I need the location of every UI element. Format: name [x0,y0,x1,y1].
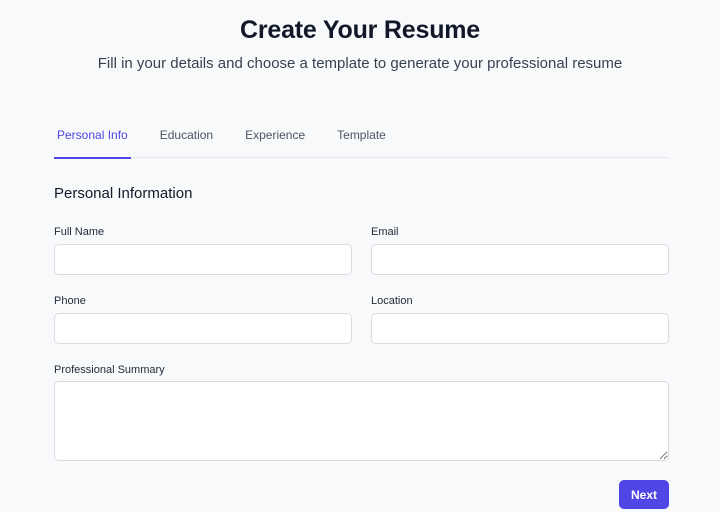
page-title: Create Your Resume [239,16,481,44]
email-field[interactable] [371,244,669,275]
full-name-field[interactable] [54,244,352,275]
tab-bar: Personal Info Education Experience Templ… [54,118,669,159]
phone-field[interactable] [54,313,352,344]
summary-textarea[interactable] [54,381,669,461]
tab-template[interactable]: Template [334,118,389,158]
next-button[interactable]: Next [619,480,669,509]
phone-label: Phone [54,295,86,307]
full-name-label: Full Name [54,226,105,238]
location-field[interactable] [371,313,669,344]
resume-builder-page: Create Your Resume Fill in your details … [0,0,720,512]
location-label: Location [371,295,413,307]
summary-label: Professional Summary [54,364,165,376]
page-subtitle: Fill in your details and choose a templa… [97,55,623,72]
section-title: Personal Information [54,185,193,202]
email-label: Email [371,226,399,238]
tab-education[interactable]: Education [157,118,216,158]
tab-experience[interactable]: Experience [242,118,308,158]
tab-personal-info[interactable]: Personal Info [54,118,131,159]
